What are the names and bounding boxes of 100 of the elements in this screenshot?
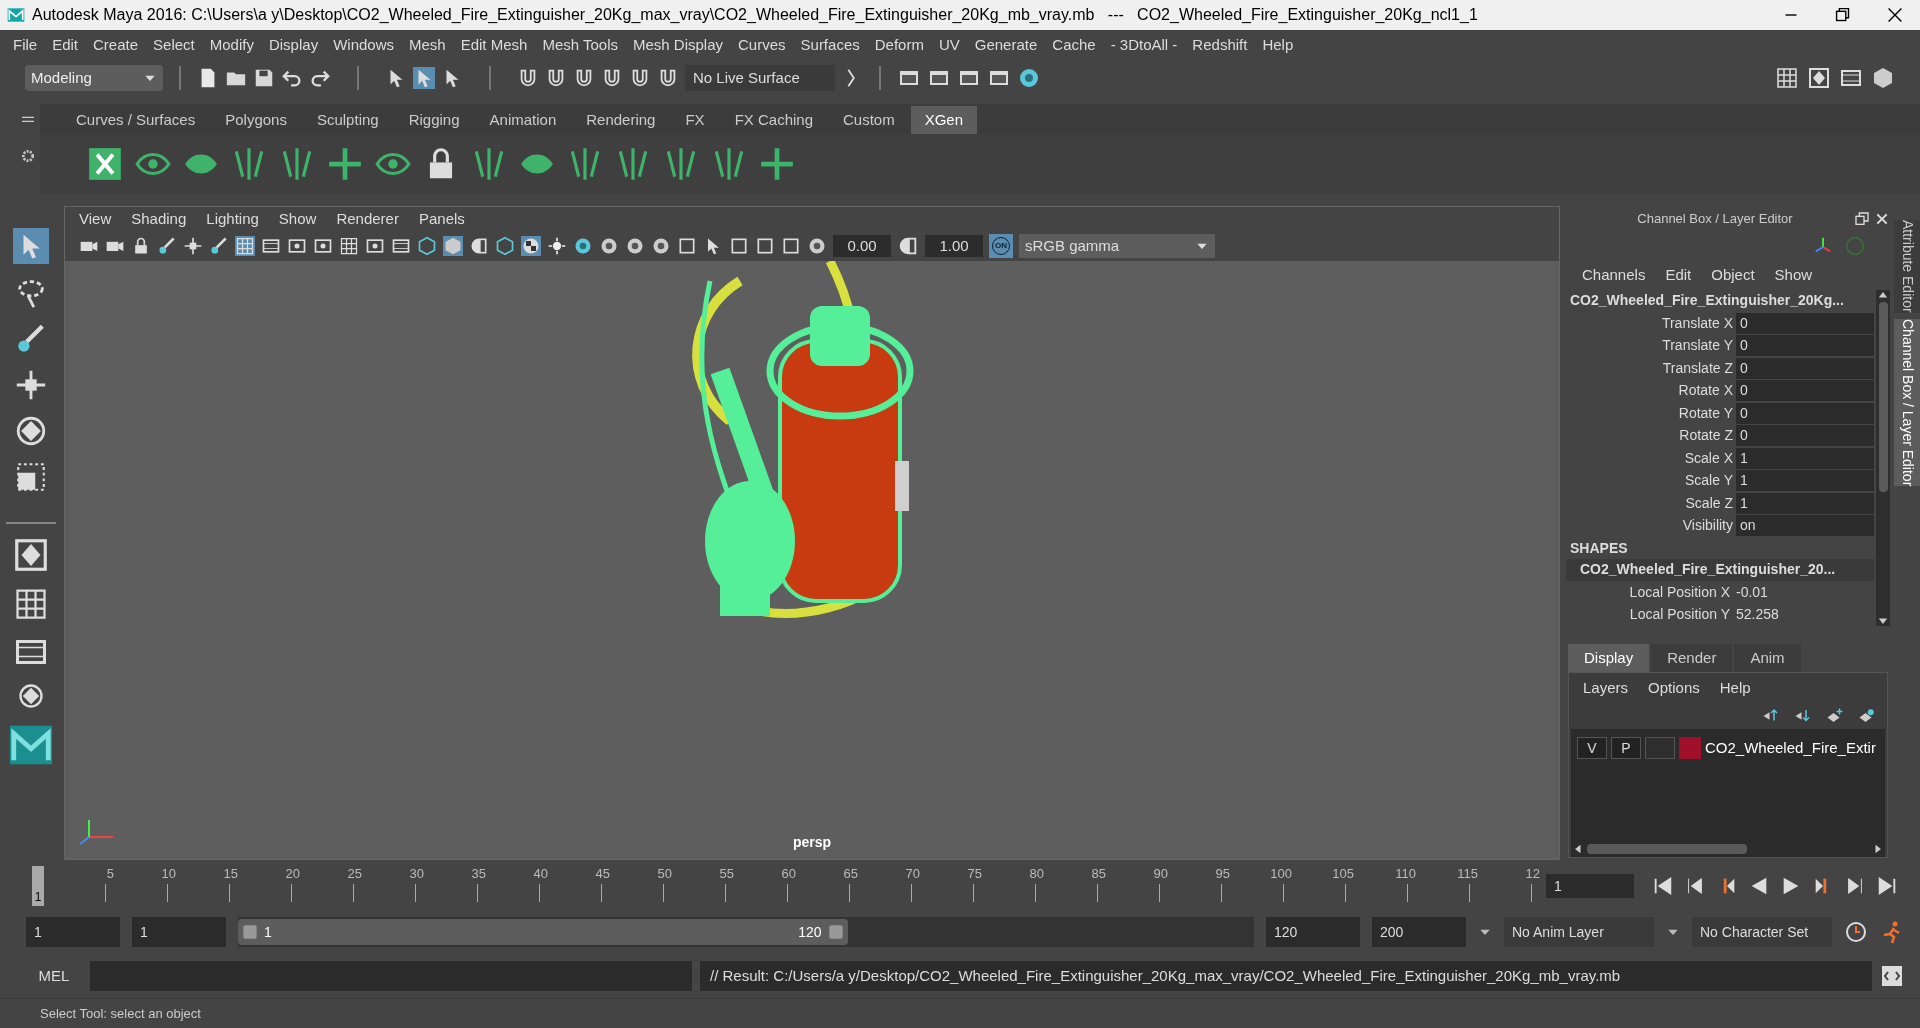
aperture-icon[interactable] <box>625 236 645 256</box>
channel-value-field[interactable]: 0 <box>1736 312 1874 334</box>
start-frame-field[interactable]: 1 <box>26 917 120 947</box>
menu-item[interactable]: Mesh Display <box>626 33 730 57</box>
new-layer-icon[interactable] <box>1857 707 1877 725</box>
scale-icon[interactable] <box>14 460 48 494</box>
channel-menu-item[interactable]: Object <box>1703 263 1763 287</box>
panel-menu-item[interactable]: Show <box>270 207 325 231</box>
panel-menu-item[interactable]: Panels <box>410 207 473 231</box>
float-icon[interactable] <box>1854 211 1870 227</box>
panel-menu-item[interactable]: View <box>71 207 120 231</box>
plus-icon[interactable] <box>326 145 364 183</box>
layout-icon[interactable] <box>1807 66 1831 90</box>
close-icon[interactable] <box>1874 211 1890 227</box>
menu-item[interactable]: UV <box>931 33 967 57</box>
scroll-left-icon[interactable] <box>1573 843 1583 855</box>
skip-start-icon[interactable] <box>1652 875 1674 897</box>
current-frame-field[interactable]: 1 <box>1546 874 1634 898</box>
menu-item[interactable]: Redshift <box>1185 33 1255 57</box>
channel-value-field[interactable]: 1 <box>1736 492 1874 514</box>
light-icon[interactable] <box>547 236 567 256</box>
script-editor-icon[interactable] <box>1880 964 1904 988</box>
character-set-dropdown[interactable]: No Character Set <box>1692 917 1832 947</box>
gamma-field[interactable]: 1.00 <box>925 235 983 257</box>
menu-item[interactable]: File <box>6 33 45 57</box>
anim-layer-dropdown[interactable]: No Anim Layer <box>1504 917 1654 947</box>
square-icon[interactable] <box>677 236 697 256</box>
menu-item[interactable]: Windows <box>326 33 401 57</box>
menu-item[interactable]: Create <box>86 33 146 57</box>
live-surface-field[interactable]: No Live Surface <box>685 65 835 91</box>
shelf-tab[interactable]: XGen <box>910 106 978 134</box>
film-icon[interactable] <box>261 236 281 256</box>
layer-name[interactable]: CO2_Wheeled_Fire_Extir <box>1705 736 1876 760</box>
menu-item[interactable]: Modify <box>202 33 261 57</box>
reference-toggle[interactable] <box>1645 737 1675 759</box>
sphere-icon[interactable] <box>1017 66 1041 90</box>
panel-menu-item[interactable]: Shading <box>123 207 195 231</box>
layer-menu-item[interactable]: Help <box>1711 676 1759 700</box>
menu-item[interactable]: Select <box>146 33 202 57</box>
scrollbar-thumb[interactable] <box>1587 844 1747 854</box>
scrollbar-thumb[interactable] <box>1878 302 1888 492</box>
scroll-right-icon[interactable] <box>1873 843 1883 855</box>
menu-item[interactable]: Cache <box>1045 33 1103 57</box>
rotate-icon[interactable] <box>17 682 45 710</box>
color-management-toggle[interactable]: ON <box>989 234 1013 258</box>
menu-item[interactable]: Curves <box>731 33 793 57</box>
skip-end-icon[interactable] <box>1876 875 1898 897</box>
panel-menu-item[interactable]: Renderer <box>328 207 407 231</box>
channel-value-field[interactable]: 0 <box>1736 357 1874 379</box>
save-icon[interactable] <box>253 67 275 89</box>
menu-item[interactable]: Help <box>1255 33 1301 57</box>
brush-icon[interactable] <box>157 236 177 256</box>
visibility-toggle[interactable]: V <box>1577 737 1607 759</box>
command-input[interactable] <box>90 961 692 991</box>
square-icon[interactable] <box>781 236 801 256</box>
range-handle-icon[interactable] <box>827 924 844 940</box>
channel-value-field[interactable]: on <box>1736 515 1874 537</box>
channel-value-field[interactable]: 0 <box>1736 402 1874 424</box>
grid-icon[interactable] <box>13 586 49 622</box>
shaded-cube-icon[interactable] <box>1871 66 1895 90</box>
aperture-icon[interactable] <box>807 236 827 256</box>
playback-toggle[interactable]: P <box>1611 737 1641 759</box>
channel-menu-item[interactable]: Show <box>1766 263 1821 287</box>
plus-icon[interactable] <box>758 145 796 183</box>
settings-icon[interactable] <box>20 148 36 164</box>
menu-item[interactable]: Mesh Tools <box>535 33 625 57</box>
aperture-icon[interactable] <box>599 236 619 256</box>
channel-value-field[interactable]: 0 <box>1736 335 1874 357</box>
film-icon[interactable] <box>391 236 411 256</box>
channel-value-field[interactable]: 0 <box>1736 380 1874 402</box>
move-icon[interactable] <box>183 236 203 256</box>
layer-tab[interactable]: Anim <box>1734 644 1801 672</box>
square-icon[interactable] <box>755 236 775 256</box>
side-tab[interactable]: Attribute Editor <box>1894 220 1920 313</box>
current-frame-marker[interactable]: 1 <box>32 866 44 906</box>
menu-item[interactable]: Edit <box>45 33 86 57</box>
sphere-icon[interactable] <box>573 236 593 256</box>
cube-icon[interactable] <box>417 236 437 256</box>
menu-item[interactable]: Deform <box>867 33 931 57</box>
channel-value-field[interactable]: 1 <box>1736 470 1874 492</box>
channel-menu-item[interactable]: Channels <box>1574 263 1654 287</box>
half-circle-icon[interactable] <box>469 236 489 256</box>
range-slider[interactable]: 1 120 <box>238 919 848 945</box>
scroll-down-icon[interactable] <box>1877 616 1889 626</box>
mode-dropdown[interactable]: Modeling <box>25 65 163 91</box>
grid-icon[interactable] <box>339 236 359 256</box>
channel-value-field[interactable]: 0 <box>1736 425 1874 447</box>
menu-item[interactable]: Surfaces <box>793 33 867 57</box>
menu-item[interactable]: Display <box>261 33 326 57</box>
add-layer-icon[interactable] <box>1825 707 1845 725</box>
end-frame-field[interactable]: 200 <box>1372 917 1466 947</box>
move-icon[interactable] <box>14 368 48 402</box>
menu-item[interactable]: Mesh <box>402 33 453 57</box>
rotate-icon[interactable] <box>14 414 48 448</box>
clock-icon[interactable] <box>1844 920 1868 944</box>
menu-item[interactable]: Generate <box>967 33 1045 57</box>
layer-tab[interactable]: Render <box>1651 644 1733 672</box>
playback-start-field[interactable]: 1 <box>132 917 226 947</box>
menu-item[interactable]: Edit Mesh <box>453 33 535 57</box>
scroll-up-icon[interactable] <box>1877 290 1889 300</box>
